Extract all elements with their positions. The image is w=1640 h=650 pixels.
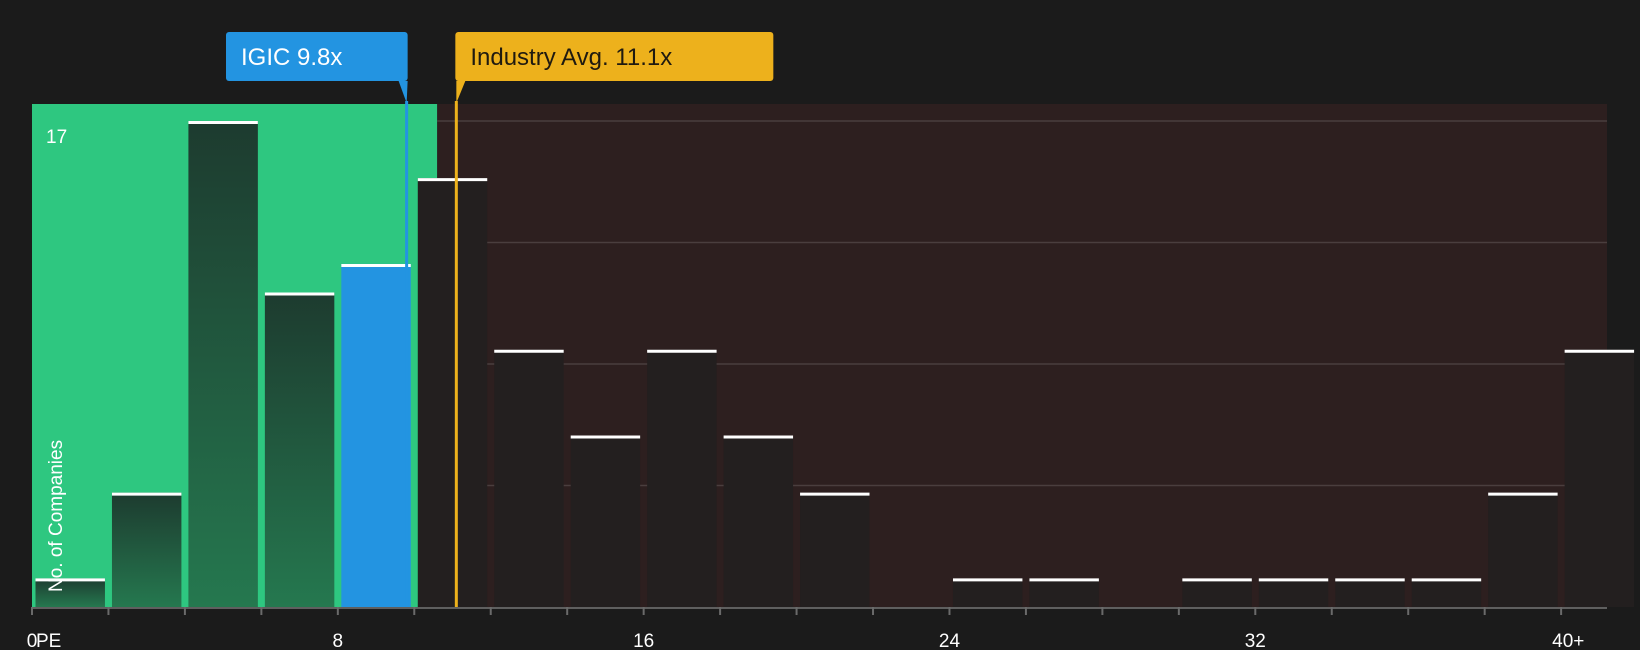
industry-marker-pointer <box>456 81 466 103</box>
histogram-bar <box>800 492 870 607</box>
histogram-bar <box>723 435 794 607</box>
histogram-bar <box>570 435 641 607</box>
histogram-bar <box>341 263 411 607</box>
chart-canvas: 0 8 16 24 32 40+ IGIC 9.8x Industry Avg. 11.1x… <box>27 32 1635 650</box>
x-tick-label: 40+ <box>1552 631 1584 650</box>
x-tick-label: 16 <box>633 631 654 650</box>
histogram-bar <box>264 292 335 607</box>
histogram-bar <box>1182 578 1252 607</box>
x-tick-label: 24 <box>939 631 961 650</box>
histogram-bar <box>494 349 564 607</box>
histogram-bar <box>1564 349 1635 607</box>
x-tick-label: 8 <box>333 631 344 650</box>
company-marker-pointer <box>398 81 408 103</box>
histogram-bar <box>952 578 1023 607</box>
histogram-bar <box>417 178 488 608</box>
histogram-bar <box>647 349 717 607</box>
y-max-label: 17 <box>46 127 67 148</box>
pe-distribution-chart: 0 8 16 24 32 40+ IGIC 9.8x Industry Avg. 11.1x… <box>0 0 1640 650</box>
x-tick-label: 32 <box>1245 631 1266 650</box>
histogram-bar <box>1335 578 1405 607</box>
industry-marker-label: Industry Avg. 11.1x <box>470 44 672 71</box>
histogram-bar <box>1411 578 1482 607</box>
histogram-bar <box>188 121 258 607</box>
x-axis-label: PE <box>36 631 61 650</box>
x-axis: 0 8 16 24 32 40+ <box>27 607 1607 650</box>
histogram-bar <box>111 492 182 607</box>
histogram-bar <box>1488 492 1558 607</box>
histogram-bar <box>1029 578 1099 607</box>
histogram-bar <box>1258 578 1329 607</box>
y-axis-label: No. of Companies <box>46 440 67 592</box>
company-marker-label: IGIC 9.8x <box>241 44 342 71</box>
